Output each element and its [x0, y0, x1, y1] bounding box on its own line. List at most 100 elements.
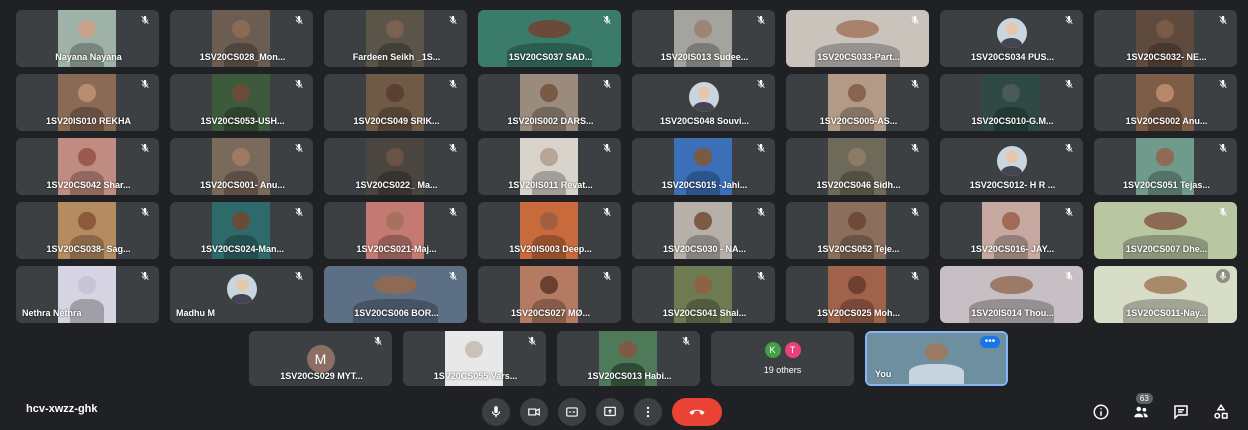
- present-screen-icon: [604, 406, 616, 417]
- camera-toggle-button[interactable]: [520, 398, 548, 426]
- participant-tile[interactable]: 1SV20CS006 BOR...: [324, 266, 467, 323]
- more-options-button[interactable]: •••: [980, 336, 1000, 348]
- participant-name: 1SV20CS010-G.M...: [971, 116, 1054, 126]
- mic-muted-icon: [908, 77, 922, 91]
- others-avatars: K T: [764, 342, 801, 358]
- participant-tile[interactable]: 1SV20CS037 SAD...: [478, 10, 621, 67]
- mic-muted-icon: [1216, 77, 1230, 91]
- participant-name: 1SV20IS002 DARS...: [507, 116, 594, 126]
- mic-muted-icon: [1062, 269, 1076, 283]
- participant-tile[interactable]: Madhu M: [170, 266, 313, 323]
- chat-icon: [1174, 405, 1188, 420]
- mic-muted-icon: [292, 13, 306, 27]
- mic-muted-icon: [1216, 205, 1230, 219]
- captions-button[interactable]: [558, 398, 586, 426]
- mic-muted-icon: [446, 269, 460, 283]
- mic-muted-icon: [908, 141, 922, 155]
- participant-avatar: [996, 146, 1027, 176]
- participant-tile[interactable]: 1SV20IS003 Deep...: [478, 202, 621, 259]
- participant-avatar: [996, 18, 1027, 48]
- mic-muted-icon: [600, 205, 614, 219]
- participant-tile[interactable]: 1SV20CS030 - NA...: [632, 202, 775, 259]
- participant-avatar: [688, 82, 719, 112]
- participant-name: Fardeen Seikh _1S...: [352, 52, 441, 62]
- participant-tile[interactable]: 1SV20IS002 DARS...: [478, 74, 621, 131]
- participant-tile[interactable]: 1SV20CS049 SRIK...: [324, 74, 467, 131]
- participant-tile[interactable]: 1SV20CS024-Man...: [170, 202, 313, 259]
- mic-muted-icon: [1062, 205, 1076, 219]
- participant-tile[interactable]: 1SV20CS055 Vars...: [403, 331, 546, 386]
- participant-tile[interactable]: 1SV20CS032- NE...: [1094, 10, 1237, 67]
- mic-muted-icon: [1062, 77, 1076, 91]
- participant-name: 1SV20CS016- JAY...: [970, 244, 1055, 254]
- participant-tile[interactable]: 1SV20CS051 Tejas...: [1094, 138, 1237, 195]
- participant-tile[interactable]: 1SV20CS052 Teje...: [786, 202, 929, 259]
- participant-grid: Nayana Nayana 1SV20CS028_Mon... Fardeen Se…: [16, 10, 1240, 323]
- participant-tile[interactable]: 1SV20CS007 Dhe...: [1094, 202, 1237, 259]
- participant-tile[interactable]: 1SV20CS038- Sag...: [16, 202, 159, 259]
- participant-name: 1SV20CS002 Anu...: [1125, 116, 1208, 126]
- participant-tile[interactable]: 1SV20CS010-G.M...: [940, 74, 1083, 131]
- others-tile[interactable]: K T 19 others: [711, 331, 854, 386]
- participant-tile[interactable]: 1SV20CS022_ Ma...: [324, 138, 467, 195]
- participant-tile[interactable]: 1SV20CS041 Shai...: [632, 266, 775, 323]
- participant-name: 1SV20CS042 Shar...: [46, 180, 131, 190]
- meeting-details-button[interactable]: [1088, 399, 1114, 425]
- mic-muted-icon: [600, 141, 614, 155]
- participant-tile[interactable]: 1SV20IS013 Sudee...: [632, 10, 775, 67]
- participant-tile[interactable]: 1SV20CS005-AS...: [786, 74, 929, 131]
- participant-tile[interactable]: 1SV20CS002 Anu...: [1094, 74, 1237, 131]
- participant-tile[interactable]: Fardeen Seikh _1S...: [324, 10, 467, 67]
- participant-tile[interactable]: 1SV20IS014 Thou...: [940, 266, 1083, 323]
- participant-tile[interactable]: 1SV20CS048 Souvi...: [632, 74, 775, 131]
- participant-tile[interactable]: 1SV20CS013 Habi...: [557, 331, 700, 386]
- participant-name: 1SV20CS024-Man...: [200, 244, 285, 254]
- participant-name: 1SV20IS011 Revat...: [508, 180, 593, 190]
- participant-name: 1SV20CS052 Teje...: [817, 244, 900, 254]
- mic-muted-icon: [1216, 141, 1230, 155]
- meeting-toolbar: hcv-xwzz-ghk 63: [0, 393, 1248, 430]
- participant-tile[interactable]: 1SV20IS011 Revat...: [478, 138, 621, 195]
- mic-muted-icon: [138, 269, 152, 283]
- participant-tile[interactable]: Nethra Nethra: [16, 266, 159, 323]
- participant-tile[interactable]: 1SV20CS001- Anu...: [170, 138, 313, 195]
- mic-muted-icon: [292, 205, 306, 219]
- participant-tile[interactable]: 1SV20CS028_Mon...: [170, 10, 313, 67]
- mic-toggle-button[interactable]: [482, 398, 510, 426]
- more-options-button[interactable]: [634, 398, 662, 426]
- meeting-code: hcv-xwzz-ghk: [26, 403, 98, 415]
- participant-tile[interactable]: 1SV20IS010 REKHA: [16, 74, 159, 131]
- participant-name: 1SV20CS046 Sidh...: [816, 180, 901, 190]
- participant-tile[interactable]: M 1SV20CS029 MYT...: [249, 331, 392, 386]
- participant-bottom-row: M 1SV20CS029 MYT... 1SV20CS055 Vars... 1…: [249, 331, 1008, 386]
- activities-button[interactable]: [1208, 399, 1234, 425]
- people-button[interactable]: 63: [1128, 393, 1154, 425]
- leave-call-button[interactable]: [672, 398, 722, 426]
- participant-name: 1SV20CS053-USH...: [200, 116, 285, 126]
- participant-tile[interactable]: 1SV20CS046 Sidh...: [786, 138, 929, 195]
- mic-muted-icon: [754, 13, 768, 27]
- mic-muted-icon: [446, 141, 460, 155]
- participant-tile[interactable]: 1SV20CS011-Nay...: [1094, 266, 1237, 323]
- present-screen-button[interactable]: [596, 398, 624, 426]
- participant-tile[interactable]: 1SV20CS025 Moh...: [786, 266, 929, 323]
- participant-tile[interactable]: 1SV20CS053-USH...: [170, 74, 313, 131]
- participant-tile[interactable]: 1SV20CS015 -Jahi...: [632, 138, 775, 195]
- participant-tile[interactable]: 1SV20CS012- H R ...: [940, 138, 1083, 195]
- participant-tile[interactable]: 1SV20CS042 Shar...: [16, 138, 159, 195]
- mic-muted-icon: [600, 13, 614, 27]
- participant-name: 1SV20CS028_Mon...: [199, 52, 286, 62]
- participant-name: 1SV20CS013 Habi...: [587, 371, 672, 381]
- participant-tile[interactable]: 1SV20CS033-Part...: [786, 10, 929, 67]
- participant-name: 1SV20IS010 REKHA: [45, 116, 132, 126]
- participant-tile[interactable]: 1SV20CS027 MØ...: [478, 266, 621, 323]
- participant-tile[interactable]: 1SV20CS021-Maj...: [324, 202, 467, 259]
- mic-muted-icon: [138, 77, 152, 91]
- self-tile[interactable]: ••• You: [865, 331, 1008, 386]
- participant-tile[interactable]: 1SV20CS016- JAY...: [940, 202, 1083, 259]
- participant-tile[interactable]: 1SV20CS034 PUS...: [940, 10, 1083, 67]
- participant-name: 1SV20CS041 Shai...: [662, 308, 747, 318]
- chat-button[interactable]: [1168, 399, 1194, 425]
- participant-tile[interactable]: Nayana Nayana: [16, 10, 159, 67]
- participant-name: 1SV20CS033-Part...: [817, 52, 900, 62]
